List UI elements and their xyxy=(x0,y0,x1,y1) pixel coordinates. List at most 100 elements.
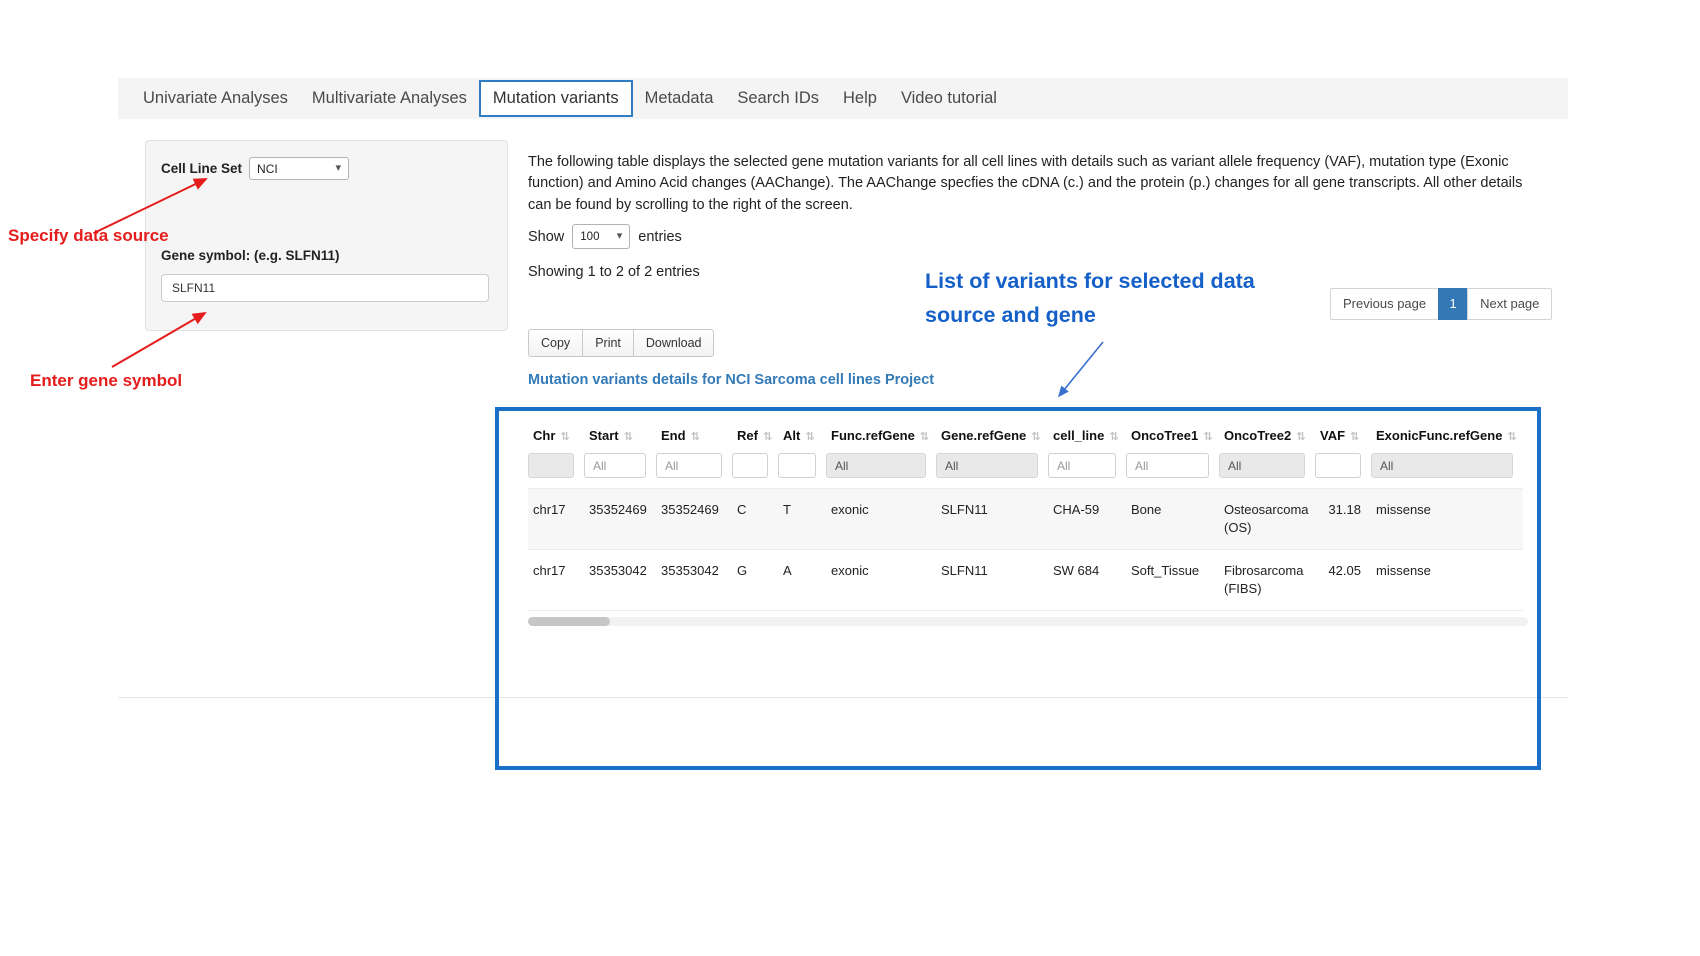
horizontal-scrollbar[interactable] xyxy=(528,617,1528,626)
cell-oncotree2: Fibrosarcoma (FIBS) xyxy=(1219,550,1315,611)
filter-cell-line[interactable] xyxy=(1048,453,1116,478)
gene-symbol-input[interactable] xyxy=(161,274,489,302)
column-header-alt[interactable]: Alt ⇅ xyxy=(778,420,826,453)
sort-icon[interactable]: ⇅ xyxy=(1507,431,1516,443)
filter-exonicfunc-refgene[interactable] xyxy=(1371,453,1513,478)
column-label: ExonicFunc.refGene xyxy=(1376,428,1502,443)
filter-cell xyxy=(1126,453,1219,489)
sort-icon[interactable]: ⇅ xyxy=(805,431,814,443)
tab-mutation-variants[interactable]: Mutation variants xyxy=(479,80,633,117)
cell-ref: C xyxy=(732,489,778,550)
next-page-button[interactable]: Next page xyxy=(1467,288,1552,320)
column-header-cell-line[interactable]: cell_line ⇅ xyxy=(1048,420,1126,453)
page: Univariate AnalysesMultivariate Analyses… xyxy=(0,0,1700,956)
cell-oncotree2: Osteosarcoma (OS) xyxy=(1219,489,1315,550)
column-header-end[interactable]: End ⇅ xyxy=(656,420,732,453)
column-label: cell_line xyxy=(1053,428,1104,443)
cell-func-refgene: exonic xyxy=(826,489,936,550)
sort-icon[interactable]: ⇅ xyxy=(1296,431,1305,443)
column-header-start[interactable]: Start⇅ xyxy=(584,420,656,453)
filter-cell xyxy=(778,453,826,489)
column-header-oncotree1[interactable]: OncoTree1 ⇅ xyxy=(1126,420,1219,453)
page-length-select[interactable]: 100 ▾ xyxy=(572,224,630,249)
filter-gene-refgene[interactable] xyxy=(936,453,1038,478)
chevron-down-icon: ▾ xyxy=(336,163,342,174)
filter-func-refgene[interactable] xyxy=(826,453,926,478)
sort-icon[interactable]: ⇅ xyxy=(920,431,929,443)
cell-start: 35353042 xyxy=(584,550,656,611)
sort-icon[interactable]: ⇅ xyxy=(1350,431,1359,443)
tab-metadata[interactable]: Metadata xyxy=(633,78,726,119)
sort-icon[interactable]: ⇅ xyxy=(691,431,700,443)
cell-end: 35352469 xyxy=(656,489,732,550)
table-row[interactable]: chr173535304235353042GAexonicSLFN11SW 68… xyxy=(528,550,1523,611)
sort-icon[interactable]: ⇅ xyxy=(624,431,633,443)
table-caption: Mutation variants details for NCI Sarcom… xyxy=(528,372,934,388)
page-divider xyxy=(118,697,1568,698)
filter-oncotree1[interactable] xyxy=(1126,453,1209,478)
cell-func-refgene: exonic xyxy=(826,550,936,611)
filter-chr[interactable] xyxy=(528,453,574,478)
sort-icon[interactable]: ⇅ xyxy=(1203,431,1212,443)
column-label: End xyxy=(661,428,686,443)
tab-univariate-analyses[interactable]: Univariate Analyses xyxy=(131,78,300,119)
filter-start[interactable] xyxy=(584,453,646,478)
download-button[interactable]: Download xyxy=(633,329,715,357)
table-description: The following table displays the selecte… xyxy=(528,152,1523,217)
cell-line-set-select[interactable]: NCI ▾ xyxy=(249,157,349,180)
cell-line-set-row: Cell Line Set NCI ▾ xyxy=(161,157,349,180)
tab-search-ids[interactable]: Search IDs xyxy=(725,78,831,119)
scrollbar-thumb[interactable] xyxy=(528,617,610,626)
table-row[interactable]: chr173535246935352469CTexonicSLFN11CHA-5… xyxy=(528,489,1523,550)
cell-line-set-value: NCI xyxy=(257,162,278,176)
annotation-line-2: source and gene xyxy=(925,298,1255,332)
export-buttons: Copy Print Download xyxy=(528,329,714,357)
cell-chr: chr17 xyxy=(528,550,584,611)
column-label: Alt xyxy=(783,428,800,443)
previous-page-button[interactable]: Previous page xyxy=(1330,288,1439,320)
cell-vaf: 31.18 xyxy=(1315,489,1371,550)
filter-ref[interactable] xyxy=(732,453,768,478)
sort-icon[interactable]: ⇅ xyxy=(763,431,772,443)
entries-label: entries xyxy=(638,229,682,245)
annotation-enter-gene-symbol: Enter gene symbol xyxy=(30,371,182,391)
column-header-vaf[interactable]: VAF ⇅ xyxy=(1315,420,1371,453)
filter-alt[interactable] xyxy=(778,453,816,478)
column-label: VAF xyxy=(1320,428,1345,443)
column-header-func-refgene[interactable]: Func.refGene⇅ xyxy=(826,420,936,453)
cell-chr: chr17 xyxy=(528,489,584,550)
copy-button[interactable]: Copy xyxy=(528,329,583,357)
print-button[interactable]: Print xyxy=(582,329,634,357)
column-label: Ref xyxy=(737,428,758,443)
cell-cell-line: SW 684 xyxy=(1048,550,1126,611)
column-header-exonicfunc-refgene[interactable]: ExonicFunc.refGene ⇅ xyxy=(1371,420,1523,453)
input-panel: Cell Line Set NCI ▾ Gene symbol: (e.g. S… xyxy=(145,140,508,331)
cell-gene-refgene: SLFN11 xyxy=(936,489,1048,550)
filter-cell xyxy=(826,453,936,489)
column-header-ref[interactable]: Ref ⇅ xyxy=(732,420,778,453)
column-header-chr[interactable]: Chr⇅ xyxy=(528,420,584,453)
variants-table: Chr⇅Start⇅End⇅Ref⇅Alt⇅Func.refGene⇅Gene.… xyxy=(528,420,1523,611)
tab-help[interactable]: Help xyxy=(831,78,889,119)
tab-multivariate-analyses[interactable]: Multivariate Analyses xyxy=(300,78,479,119)
filter-vaf[interactable] xyxy=(1315,453,1361,478)
sort-icon[interactable]: ⇅ xyxy=(1109,431,1118,443)
cell-cell-line: CHA-59 xyxy=(1048,489,1126,550)
cell-exonicfunc-refgene: missense xyxy=(1371,550,1523,611)
column-header-oncotree2[interactable]: OncoTree2⇅ xyxy=(1219,420,1315,453)
column-label: OncoTree1 xyxy=(1131,428,1198,443)
filter-cell xyxy=(936,453,1048,489)
cell-vaf: 42.05 xyxy=(1315,550,1371,611)
tab-video-tutorial[interactable]: Video tutorial xyxy=(889,78,1009,119)
top-nav: Univariate AnalysesMultivariate Analyses… xyxy=(118,78,1568,119)
column-label: Gene.refGene xyxy=(941,428,1026,443)
table-header-row: Chr⇅Start⇅End⇅Ref⇅Alt⇅Func.refGene⇅Gene.… xyxy=(528,420,1523,453)
filter-cell xyxy=(528,453,584,489)
sort-icon[interactable]: ⇅ xyxy=(1031,431,1040,443)
filter-oncotree2[interactable] xyxy=(1219,453,1305,478)
column-header-gene-refgene[interactable]: Gene.refGene ⇅ xyxy=(936,420,1048,453)
page-1-button[interactable]: 1 xyxy=(1438,288,1468,320)
filter-end[interactable] xyxy=(656,453,722,478)
sort-icon[interactable]: ⇅ xyxy=(560,431,569,443)
annotation-variants-list: List of variants for selected data sourc… xyxy=(925,264,1255,332)
